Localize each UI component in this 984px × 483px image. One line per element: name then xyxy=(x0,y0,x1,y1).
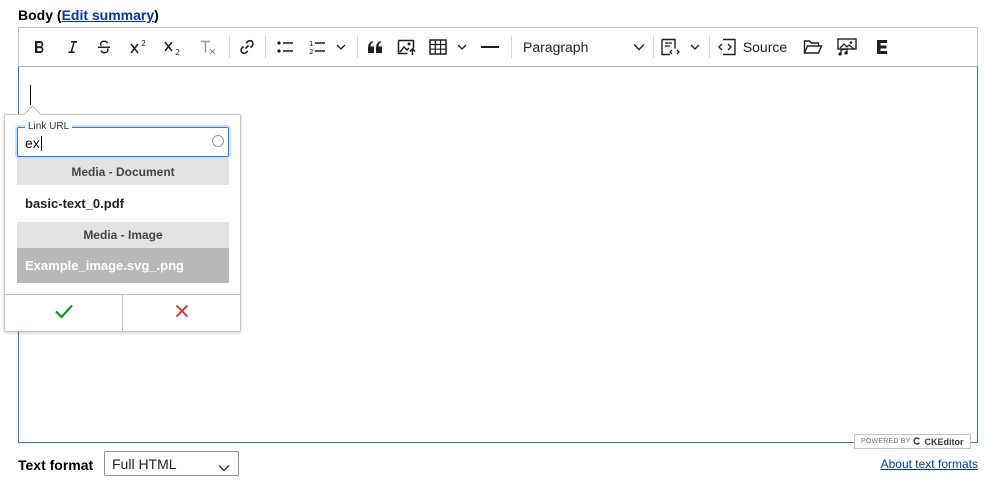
superscript-icon: 2 xyxy=(129,39,149,55)
toolbar-separator xyxy=(229,36,230,58)
result-item-active[interactable]: Example_image.svg_.png xyxy=(17,248,229,283)
italic-button[interactable] xyxy=(59,28,85,66)
chevron-down-icon xyxy=(633,43,645,51)
block-quote-icon xyxy=(367,40,383,54)
media-library-button[interactable] xyxy=(799,28,827,66)
link-balloon: Link URL ex Media - Document basic-text_… xyxy=(4,114,241,332)
text-format-label: Text format xyxy=(18,457,94,473)
svg-text:2: 2 xyxy=(175,48,180,55)
horizontal-line-button[interactable] xyxy=(477,28,503,66)
heading-dropdown[interactable]: Paragraph xyxy=(519,28,649,66)
folder-open-icon xyxy=(803,39,823,55)
numbered-list-icon: 12 xyxy=(308,39,348,55)
subscript-icon: 2 xyxy=(163,39,183,55)
insert-image-button[interactable] xyxy=(393,28,421,66)
remove-format-button[interactable] xyxy=(194,28,222,66)
toolbar-separator xyxy=(653,36,654,58)
superscript-button[interactable]: 2 xyxy=(125,28,153,66)
subscript-button[interactable]: 2 xyxy=(159,28,187,66)
powered-by-brand: CKEditor xyxy=(924,436,964,447)
code-block-icon xyxy=(660,38,702,56)
media-icon xyxy=(837,38,857,56)
horizontal-line-icon xyxy=(481,45,499,49)
autocomplete-results: Media - Document basic-text_0.pdf Media … xyxy=(17,159,229,283)
toolbar-separator xyxy=(357,36,358,58)
entity-embed-icon xyxy=(875,39,889,55)
ckeditor-logo-icon xyxy=(913,436,921,447)
entity-embed-button[interactable] xyxy=(869,28,895,66)
svg-text:2: 2 xyxy=(141,39,146,48)
field-label: Body (Edit summary) xyxy=(18,7,159,23)
about-text-formats-link[interactable]: About text formats xyxy=(881,457,978,471)
result-group-header: Media - Document xyxy=(17,159,229,185)
loading-spinner-icon xyxy=(212,135,224,147)
powered-by-prefix: POWERED BY xyxy=(861,438,911,445)
strikethrough-icon xyxy=(96,39,112,55)
field-label-text: Body xyxy=(18,7,53,23)
svg-text:1: 1 xyxy=(309,40,313,48)
insert-table-button[interactable] xyxy=(427,28,471,66)
drupal-media-button[interactable] xyxy=(833,28,861,66)
strikethrough-button[interactable] xyxy=(91,28,117,66)
editor-toolbar: 2 2 12 Paragraph Source xyxy=(18,27,978,67)
cancel-link-button[interactable] xyxy=(122,295,240,332)
italic-icon xyxy=(65,39,79,55)
link-balloon-actions xyxy=(5,294,240,332)
heading-dropdown-value: Paragraph xyxy=(523,39,589,55)
text-format-select[interactable]: Full HTML xyxy=(104,451,239,476)
link-url-input[interactable]: ex xyxy=(25,135,42,151)
bold-button[interactable] xyxy=(25,28,53,66)
toolbar-separator xyxy=(709,36,710,58)
bulleted-list-button[interactable] xyxy=(271,28,299,66)
code-block-button[interactable] xyxy=(658,28,704,66)
link-icon xyxy=(238,38,256,56)
table-icon xyxy=(429,39,469,55)
numbered-list-button[interactable]: 12 xyxy=(305,28,351,66)
result-item[interactable]: basic-text_0.pdf xyxy=(17,185,229,222)
source-button[interactable]: Source xyxy=(715,28,789,66)
save-link-button[interactable] xyxy=(5,295,122,332)
link-url-field[interactable]: Link URL ex xyxy=(17,121,229,157)
chevron-down-icon xyxy=(218,459,230,475)
toolbar-separator xyxy=(265,36,266,58)
insert-image-icon xyxy=(397,38,417,56)
source-icon xyxy=(717,38,737,56)
text-format-value: Full HTML xyxy=(112,455,177,472)
toolbar-separator xyxy=(511,36,512,58)
svg-text:2: 2 xyxy=(309,48,313,55)
powered-by-ckeditor[interactable]: POWERED BY CKEditor xyxy=(854,434,971,449)
source-label: Source xyxy=(742,39,788,55)
link-button[interactable] xyxy=(233,28,261,66)
link-url-label: Link URL xyxy=(25,121,73,132)
remove-format-icon xyxy=(198,39,218,55)
block-quote-button[interactable] xyxy=(361,28,389,66)
bold-icon xyxy=(31,39,47,55)
result-group-header: Media - Image xyxy=(17,222,229,248)
close-icon xyxy=(175,304,189,323)
bulleted-list-icon xyxy=(276,39,294,55)
text-caret xyxy=(30,85,31,105)
edit-summary-link[interactable]: Edit summary xyxy=(62,7,155,23)
checkmark-icon xyxy=(54,303,74,324)
